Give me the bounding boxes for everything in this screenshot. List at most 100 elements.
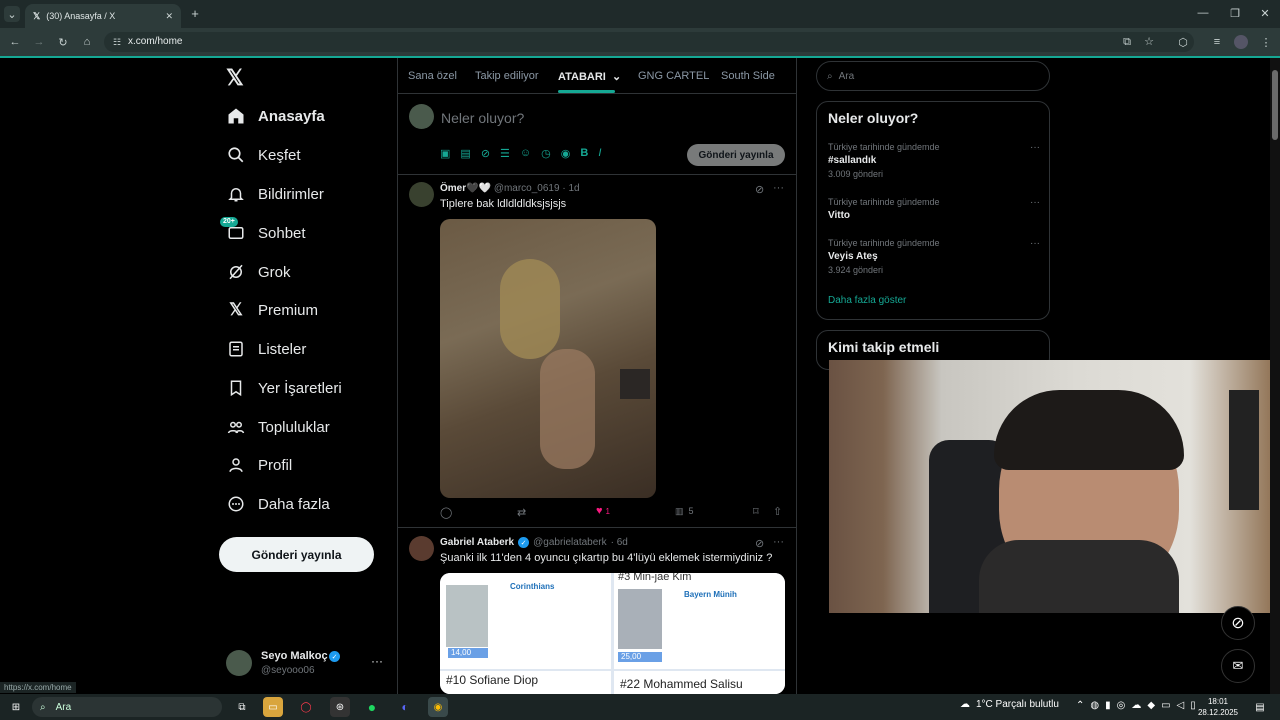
system-tray: ⌃ ◍ ▮ ◎ ☁ ◆ ▭ ◁ ▯ (1076, 700, 1196, 711)
chevron-up-icon[interactable]: ⌃ (1076, 700, 1084, 711)
sidebar-item-chat[interactable]: 20+ Sohbet (220, 217, 306, 245)
sidebar-item-bookmarks[interactable]: Yer İşaretleri (226, 376, 342, 400)
cloud-icon[interactable]: ☁ (1131, 700, 1141, 711)
more-options-icon[interactable]: ··· (773, 182, 784, 194)
reload-button[interactable]: ↻ (56, 35, 70, 49)
gif-icon[interactable]: ▤ (460, 147, 470, 160)
show-more-link[interactable]: Daha fazla göster (828, 295, 906, 306)
sidebar-item-notifications[interactable]: Bildirimler (226, 182, 324, 206)
back-button[interactable]: ← (8, 35, 22, 49)
sidebar-item-communities[interactable]: Topluluklar (226, 415, 330, 439)
messages-fab-icon[interactable]: ✉ (1221, 649, 1255, 683)
task-view-icon[interactable]: ⧉ (232, 697, 252, 717)
poll-icon[interactable]: ☰ (500, 147, 510, 160)
image-icon[interactable]: ▣ (440, 147, 450, 160)
account-switcher[interactable]: Seyo Malkoç ✓ @seyooo06 ··· (226, 648, 386, 680)
tab-list-button[interactable]: ⌄ (4, 6, 20, 22)
emoji-icon[interactable]: ☺ (520, 147, 531, 160)
tweet-handle[interactable]: @marco_0619 (494, 183, 560, 194)
compose-post-button[interactable]: Gönderi yayınla (687, 144, 785, 166)
minimize-button[interactable]: — (1196, 6, 1210, 20)
grok-icon[interactable]: ⊘ (755, 183, 764, 196)
more-options-icon[interactable]: ··· (1030, 142, 1040, 153)
clock[interactable]: 18:01 28.12.2025 (1196, 696, 1240, 718)
share-icon[interactable]: ⇧ (773, 505, 782, 518)
avatar[interactable] (409, 182, 434, 207)
sidebar-item-more[interactable]: Daha fazla (226, 492, 330, 516)
sidebar-item-premium[interactable]: 𝕏 Premium (226, 298, 318, 322)
tweet-author-name[interactable]: Ömer🖤🤍 (440, 183, 491, 194)
scrollbar-thumb[interactable] (1272, 70, 1278, 140)
more-options-icon[interactable]: ··· (1030, 238, 1040, 249)
sidebar-item-home[interactable]: Anasayfa (226, 104, 325, 128)
site-info-icon[interactable]: ☷ (111, 36, 123, 48)
microphone-icon[interactable]: ▮ (1105, 700, 1111, 711)
sidebar-item-profile[interactable]: Profil (226, 453, 292, 477)
file-explorer-icon[interactable]: ▭ (263, 697, 283, 717)
tweet-time[interactable]: · 1d (562, 183, 579, 194)
restore-button[interactable]: ❐ (1228, 6, 1242, 20)
spotify-icon[interactable]: ● (362, 697, 382, 717)
compose-input[interactable]: Neler oluyor? (441, 110, 771, 126)
grok-icon[interactable]: ⊘ (481, 147, 490, 160)
taskbar-search[interactable]: ⌕ Ara (32, 697, 222, 717)
reply-icon[interactable]: ◯ (440, 506, 452, 519)
network-icon[interactable]: ▭ (1161, 700, 1170, 711)
search-input[interactable]: Ara (839, 71, 855, 82)
more-options-icon[interactable]: ··· (371, 654, 383, 668)
opera-icon[interactable]: ◯ (296, 697, 316, 717)
close-tab-icon[interactable]: ✕ (165, 11, 173, 22)
tweet-time[interactable]: · 6d (611, 537, 628, 548)
media-controls-icon[interactable]: ≡ (1210, 35, 1224, 49)
profile-avatar[interactable] (1234, 35, 1248, 49)
new-tab-button[interactable]: + (188, 6, 202, 21)
battery-icon[interactable]: ▯ (1190, 700, 1196, 711)
location-icon[interactable]: ◉ (561, 147, 571, 160)
forward-button[interactable]: → (32, 35, 46, 49)
browser-tab[interactable]: 𝕏 (30) Anasayfa / X ✕ (25, 4, 181, 28)
extensions-icon[interactable]: ⬡ (1176, 35, 1190, 49)
notification-center-icon[interactable]: ▤ (1250, 697, 1270, 717)
home-button[interactable]: ⌂ (80, 35, 94, 49)
sidebar-item-explore[interactable]: Keşfet (226, 143, 301, 167)
chrome-icon[interactable]: ◉ (428, 697, 448, 717)
discord-icon[interactable]: ◐ (395, 697, 415, 717)
trend-item[interactable]: Türkiye tarihinde gündemde Veyis Ateş 3.… (828, 238, 1040, 276)
tweet-photo[interactable] (440, 219, 656, 498)
schedule-icon[interactable]: ◷ (541, 147, 551, 160)
x-logo-icon[interactable]: 𝕏 (226, 65, 244, 91)
volume-icon[interactable]: ◁ (1177, 700, 1185, 711)
close-window-button[interactable]: ✕ (1258, 6, 1272, 20)
tray-app-icon[interactable]: ◎ (1117, 700, 1126, 711)
avatar[interactable] (409, 536, 434, 561)
start-button[interactable]: ⊞ (6, 697, 26, 717)
app-icon[interactable]: ⊛ (330, 697, 350, 717)
post-button[interactable]: Gönderi yayınla (219, 537, 374, 572)
tweet-author-name[interactable]: Gabriel Ataberk (440, 537, 514, 548)
search-box[interactable]: ⌕ Ara (816, 61, 1050, 91)
grok-icon[interactable]: ⊘ (755, 537, 764, 550)
tray-app-icon[interactable]: ◆ (1147, 700, 1155, 711)
trend-item[interactable]: Türkiye tarihinde gündemde #sallandık 3.… (828, 142, 1040, 180)
sidebar-item-grok[interactable]: Grok (226, 260, 291, 284)
install-app-icon[interactable]: ⧉ (1120, 35, 1134, 49)
bookmark-star-icon[interactable]: ☆ (1142, 35, 1156, 49)
repost-icon[interactable]: ⇄ (517, 506, 526, 519)
more-options-icon[interactable]: ··· (773, 536, 784, 548)
more-options-icon[interactable]: ··· (1030, 197, 1040, 208)
chrome-menu-icon[interactable]: ⋮ (1259, 35, 1273, 49)
italic-icon[interactable]: I (598, 147, 601, 160)
views-button[interactable]: ▥ 5 (675, 506, 694, 517)
like-button[interactable]: ♥ 1 (596, 505, 610, 517)
tweet-handle[interactable]: @gabrielataberk (533, 537, 607, 548)
tweet-photo[interactable]: Corinthians 14,00 #3 Min-jae Kim Bayern … (440, 573, 785, 694)
tray-app-icon[interactable]: ◍ (1090, 700, 1099, 711)
bookmark-icon[interactable]: ⌑ (753, 505, 759, 518)
trend-item[interactable]: Türkiye tarihinde gündemde Vitto ··· (828, 197, 1040, 223)
scrollbar-track[interactable] (1270, 58, 1280, 694)
grok-fab-icon[interactable]: ⊘ (1221, 606, 1255, 640)
weather-widget[interactable]: ☁ 1°C Parçalı bulutlu (960, 699, 1059, 710)
sidebar-item-lists[interactable]: Listeler (226, 337, 306, 361)
address-bar[interactable]: ☷ x.com/home ⧉ ☆ (104, 32, 1194, 52)
bold-icon[interactable]: B (580, 147, 588, 160)
